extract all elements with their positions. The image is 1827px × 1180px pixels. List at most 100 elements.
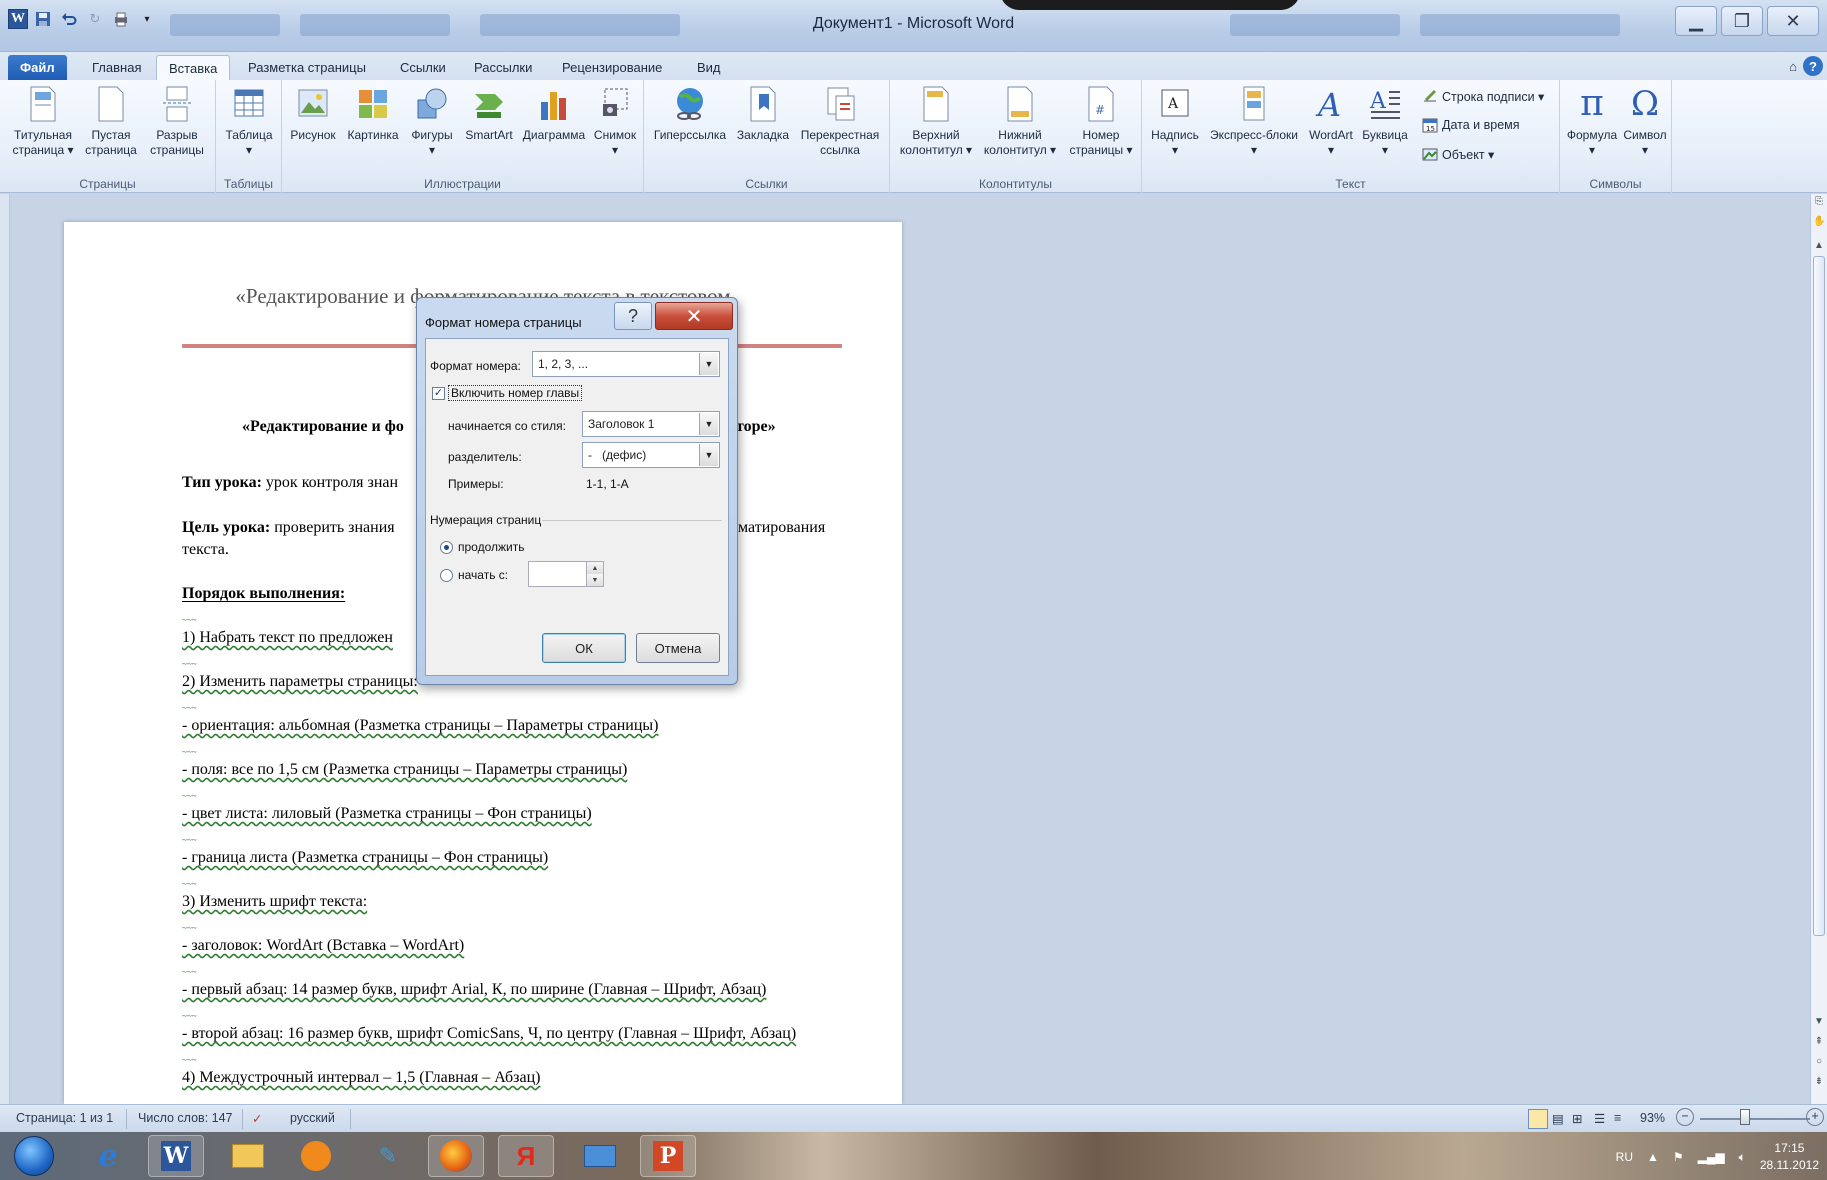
blank-page-button[interactable]: Пустая страница xyxy=(80,86,142,158)
spin-up-icon[interactable]: ▲ xyxy=(586,562,603,574)
zoom-slider-thumb[interactable] xyxy=(1740,1109,1750,1125)
chart-button[interactable]: Диаграмма xyxy=(520,86,588,143)
volume-icon[interactable]: 🔈︎ xyxy=(1739,1150,1746,1165)
word-taskbar-button[interactable]: W xyxy=(148,1135,204,1177)
screenshot-button[interactable]: Снимок ▾ xyxy=(588,86,642,158)
hand-icon[interactable]: ✋ xyxy=(1813,216,1825,227)
dialog-help-button[interactable]: ? xyxy=(614,302,652,330)
clock[interactable]: 17:15 28.11.2012 xyxy=(1760,1140,1819,1174)
save-icon[interactable] xyxy=(32,8,54,30)
ruler-toggle-icon[interactable]: ⎘ xyxy=(1813,196,1825,207)
print-layout-view-icon[interactable] xyxy=(1528,1109,1548,1129)
signature-line-button[interactable]: Строка подписи ▾ xyxy=(1422,88,1544,104)
wordart-button[interactable]: A WordArt ▾ xyxy=(1304,86,1358,158)
minimize-ribbon-icon[interactable]: ⌂ xyxy=(1789,59,1797,74)
textbox-button[interactable]: A Надпись ▾ xyxy=(1146,86,1204,158)
restore-button[interactable]: ❐ xyxy=(1721,6,1763,36)
outline-view-icon[interactable]: ☰ xyxy=(1594,1111,1605,1126)
scroll-up-icon[interactable]: ▲ xyxy=(1813,240,1825,251)
next-page-icon[interactable]: ⇟ xyxy=(1813,1076,1825,1087)
tab-references[interactable]: Ссылки xyxy=(388,55,458,80)
cancel-button[interactable]: Отмена xyxy=(636,633,720,663)
symbol-button[interactable]: Ω Символ ▾ xyxy=(1620,86,1670,158)
zoom-level[interactable]: 93% xyxy=(1640,1111,1665,1125)
cross-reference-button[interactable]: Перекрестная ссылка xyxy=(794,86,886,158)
header-button[interactable]: Верхний колонтитул ▾ xyxy=(894,86,978,158)
smartart-button[interactable]: SmartArt xyxy=(460,86,518,143)
page-number-button[interactable]: # Номер страницы ▾ xyxy=(1062,86,1140,158)
starts-with-style-select[interactable]: Заголовок 1 ▼ xyxy=(582,411,720,437)
object-button[interactable]: Объект ▾ xyxy=(1422,146,1494,162)
spin-down-icon[interactable]: ▼ xyxy=(586,574,603,586)
tab-file[interactable]: Файл xyxy=(8,55,67,80)
tab-review[interactable]: Рецензирование xyxy=(550,55,674,80)
draft-view-icon[interactable]: ≡ xyxy=(1614,1111,1621,1125)
picture-button[interactable]: Рисунок xyxy=(286,86,340,143)
tab-view[interactable]: Вид xyxy=(685,55,733,80)
close-window-button[interactable]: ✕ xyxy=(1767,6,1819,36)
table-button[interactable]: Таблица ▾ xyxy=(220,86,278,158)
browse-object-icon[interactable]: ○ xyxy=(1813,1056,1825,1067)
item-page-border: - граница листа (Разметка страницы – Фон… xyxy=(182,849,549,866)
page-number-format-dialog: Формат номера страницы ? ✕ Формат номера… xyxy=(416,297,738,685)
title-page-button[interactable]: Титульная страница ▾ xyxy=(8,86,78,158)
bookmark-button[interactable]: Закладка xyxy=(732,86,794,143)
tab-page-layout[interactable]: Разметка страницы xyxy=(236,55,378,80)
footer-button[interactable]: Нижний колонтитул ▾ xyxy=(978,86,1062,158)
full-screen-view-icon[interactable]: ▤ xyxy=(1552,1111,1564,1126)
spelling-check-icon[interactable]: ✓ xyxy=(252,1111,262,1126)
shapes-button[interactable]: Фигуры ▾ xyxy=(406,86,458,158)
page-count[interactable]: Страница: 1 из 1 xyxy=(16,1111,113,1125)
hyperlink-button[interactable]: Гиперссылка xyxy=(650,86,730,143)
zoom-out-icon[interactable]: − xyxy=(1676,1108,1694,1126)
undo-icon[interactable] xyxy=(58,8,80,30)
word-app-icon[interactable]: W xyxy=(8,9,28,29)
equation-button[interactable]: π Формула ▾ xyxy=(1564,86,1620,158)
continue-radio[interactable] xyxy=(440,541,453,554)
paint-icon[interactable]: ✎ xyxy=(360,1135,416,1177)
tab-mailings[interactable]: Рассылки xyxy=(462,55,544,80)
start-at-input[interactable]: ▲ ▼ xyxy=(528,561,604,587)
quick-parts-button[interactable]: Экспресс-блоки ▾ xyxy=(1204,86,1304,158)
zoom-in-icon[interactable]: + xyxy=(1806,1108,1824,1126)
minimize-button[interactable]: ▁ xyxy=(1675,6,1717,36)
clipart-button[interactable]: Картинка xyxy=(342,86,404,143)
action-center-flag-icon[interactable]: ⚑ xyxy=(1673,1150,1684,1164)
tab-home[interactable]: Главная xyxy=(80,55,153,80)
include-chapter-checkbox[interactable]: ✓ xyxy=(432,387,445,400)
customize-qat-icon[interactable]: ▾ xyxy=(136,8,158,30)
mail-icon[interactable] xyxy=(572,1135,628,1177)
show-hidden-icons-icon[interactable]: ▲ xyxy=(1647,1150,1659,1164)
powerpoint-taskbar-button[interactable]: P xyxy=(640,1135,696,1177)
redo-icon[interactable]: ↻ xyxy=(84,8,106,30)
separator-select[interactable]: - (дефис) ▼ xyxy=(582,442,720,468)
start-at-radio[interactable] xyxy=(440,569,453,582)
tab-insert[interactable]: Вставка xyxy=(156,55,231,80)
group-tables: Таблица ▾ Таблицы xyxy=(216,80,282,193)
start-button[interactable] xyxy=(14,1136,54,1176)
file-explorer-icon[interactable] xyxy=(220,1135,276,1177)
yandex-browser-icon[interactable]: Я xyxy=(498,1135,554,1177)
help-icon[interactable]: ? xyxy=(1803,56,1823,76)
drop-cap-button[interactable]: A Буквица ▾ xyxy=(1360,86,1410,158)
date-time-label: Дата и время xyxy=(1442,118,1520,132)
zoom-slider[interactable] xyxy=(1700,1118,1810,1120)
web-layout-view-icon[interactable]: ⊞ xyxy=(1572,1111,1582,1126)
media-player-icon[interactable] xyxy=(288,1135,344,1177)
firefox-taskbar-button[interactable] xyxy=(428,1135,484,1177)
print-preview-icon[interactable] xyxy=(110,8,132,30)
number-format-select[interactable]: 1, 2, 3, ... ▼ xyxy=(532,351,720,377)
network-icon[interactable]: ▂▄▆ xyxy=(1698,1150,1725,1164)
vertical-scrollbar[interactable]: ⎘ ✋ ▲ ▼ ⇞ ○ ⇟ xyxy=(1810,194,1827,1104)
ok-button[interactable]: ОК xyxy=(542,633,626,663)
keyboard-language[interactable]: RU xyxy=(1616,1150,1633,1164)
scroll-down-icon[interactable]: ▼ xyxy=(1813,1016,1825,1027)
previous-page-icon[interactable]: ⇞ xyxy=(1813,1036,1825,1047)
word-count[interactable]: Число слов: 147 xyxy=(138,1111,233,1125)
dialog-close-button[interactable]: ✕ xyxy=(655,302,733,330)
date-time-button[interactable]: 15 Дата и время xyxy=(1422,117,1520,133)
internet-explorer-icon[interactable]: e xyxy=(80,1135,136,1177)
page-break-button[interactable]: Разрыв страницы xyxy=(144,86,210,158)
scroll-thumb[interactable] xyxy=(1813,256,1825,936)
language-indicator[interactable]: русский xyxy=(290,1111,335,1125)
